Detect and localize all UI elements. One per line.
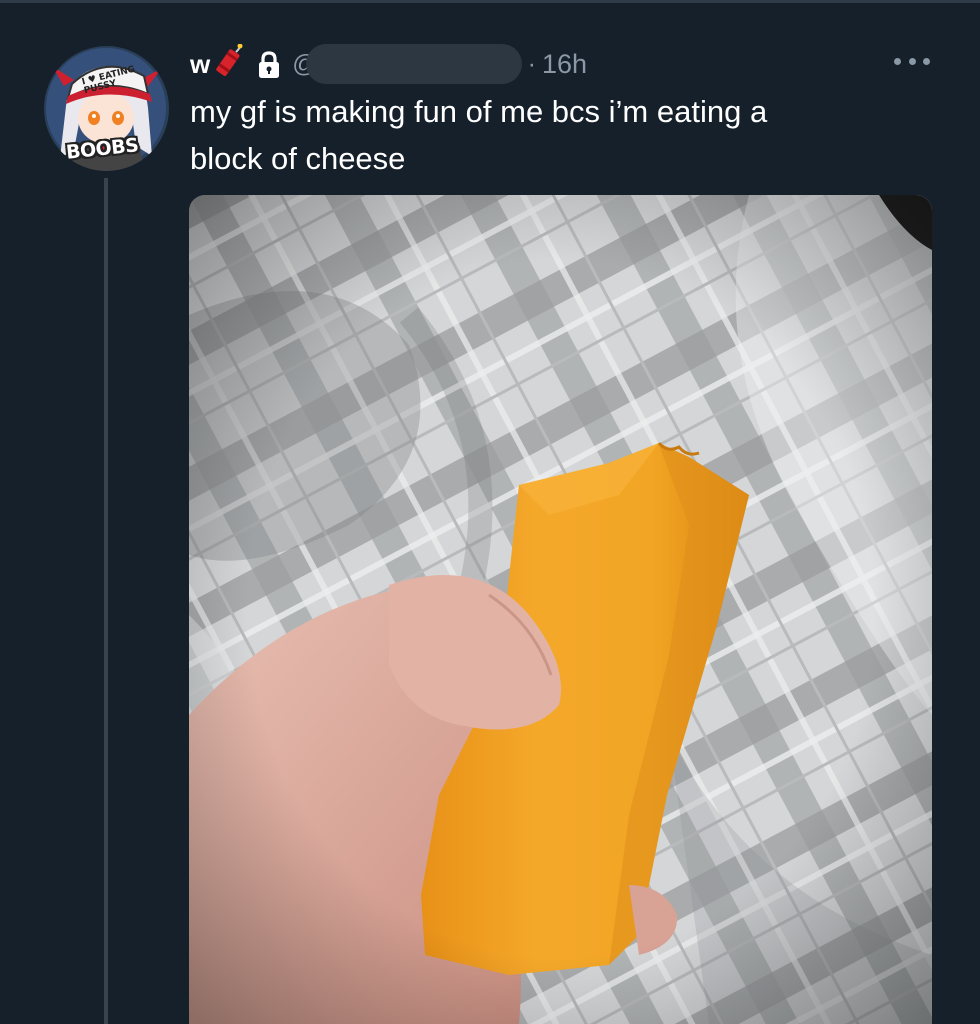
firecracker-icon <box>212 43 246 78</box>
timestamp[interactable]: 16h <box>542 49 587 80</box>
tweet-text-line-1: my gf is making fun of me bcs i’m eating… <box>190 94 768 129</box>
tweet-media-photo[interactable] <box>189 195 932 1024</box>
tweet-text-line-2: block of cheese <box>190 141 406 176</box>
lock-icon <box>256 50 282 80</box>
thread-line <box>104 178 108 1024</box>
tweet-header: w @ · 16h <box>190 43 587 84</box>
handle-redaction <box>305 44 522 84</box>
separator-dot: · <box>527 49 536 78</box>
handle[interactable]: @ <box>292 44 522 84</box>
tweet-text: my gf is making fun of me bcs i’m eating… <box>190 88 890 182</box>
display-name[interactable]: w <box>190 49 210 80</box>
more-dots-icon[interactable] <box>894 54 930 68</box>
avatar[interactable]: I ♥ EATING PUSSY BOOBS <box>44 46 169 171</box>
top-divider <box>0 0 980 3</box>
media-image <box>189 195 932 1024</box>
tweet[interactable]: I ♥ EATING PUSSY BOOBS w @ · 16h my gf i… <box>0 0 980 1024</box>
